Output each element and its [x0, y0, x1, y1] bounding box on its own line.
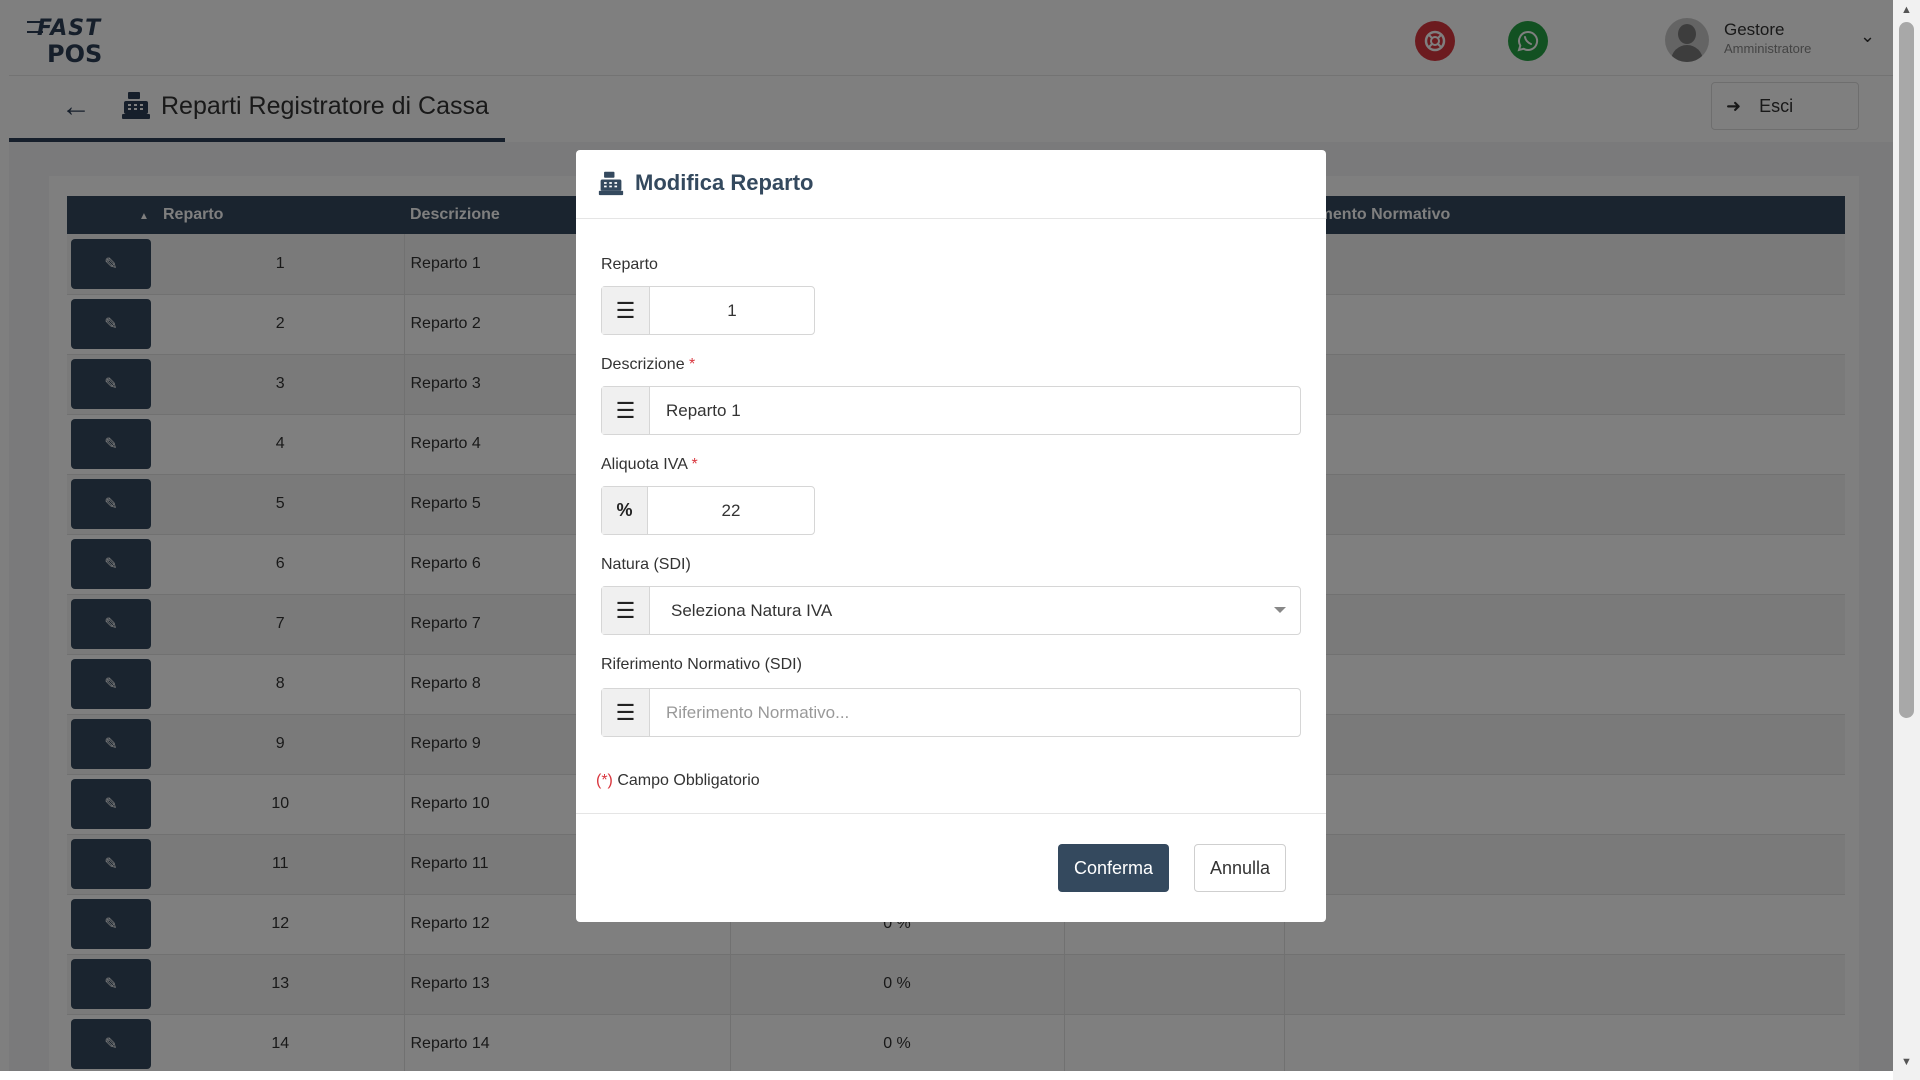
bars-icon: ☰: [602, 689, 650, 736]
vertical-scrollbar[interactable]: ▲ ▼: [1893, 0, 1920, 1080]
descrizione-input[interactable]: Reparto 1: [650, 387, 1300, 434]
scroll-up-arrow[interactable]: ▲: [1901, 4, 1912, 16]
descrizione-label: Descrizione *: [601, 356, 695, 374]
bars-icon: ☰: [602, 587, 650, 634]
riferimento-input[interactable]: Riferimento Normativo...: [650, 689, 1300, 736]
natura-label: Natura (SDI): [601, 556, 691, 573]
natura-select-value: Seleziona Natura IVA: [671, 600, 833, 620]
cash-register-icon: [598, 171, 624, 196]
modal-header: Modifica Reparto: [576, 150, 1326, 219]
scroll-down-arrow[interactable]: ▼: [1901, 1056, 1912, 1068]
confirm-button[interactable]: Conferma: [1058, 844, 1169, 892]
required-note-marker: (*): [596, 772, 613, 789]
reparto-label: Reparto: [601, 256, 658, 273]
required-marker: *: [689, 356, 696, 373]
cancel-button[interactable]: Annulla: [1194, 844, 1286, 892]
reparto-input[interactable]: 1: [650, 287, 814, 334]
scrollbar-thumb[interactable]: [1899, 22, 1914, 718]
riferimento-label: Riferimento Normativo (SDI): [601, 656, 802, 673]
bars-icon: ☰: [602, 287, 650, 334]
edit-reparto-modal: Modifica Reparto Reparto ☰ 1 Descrizione…: [576, 150, 1326, 922]
required-marker: *: [691, 456, 698, 473]
modal-title: Modifica Reparto: [635, 170, 814, 195]
required-note-text: Campo Obbligatorio: [617, 772, 760, 789]
caret-down-icon: [1274, 607, 1286, 613]
modal-footer-divider: [576, 813, 1326, 814]
natura-select-group: ☰ Seleziona Natura IVA: [601, 586, 1301, 635]
required-note: (*) Campo Obbligatorio: [596, 772, 760, 790]
aliquota-label: Aliquota IVA *: [601, 456, 698, 474]
natura-select[interactable]: Seleziona Natura IVA: [650, 587, 1300, 634]
descrizione-label-text: Descrizione: [601, 356, 685, 373]
riferimento-input-group: ☰ Riferimento Normativo...: [601, 688, 1301, 737]
aliquota-input[interactable]: 22: [648, 487, 814, 534]
aliquota-input-group: % 22: [601, 486, 815, 535]
aliquota-label-text: Aliquota IVA: [601, 456, 687, 473]
bars-icon: ☰: [602, 387, 650, 434]
descrizione-input-group: ☰ Reparto 1: [601, 386, 1301, 435]
percent-icon: %: [602, 487, 648, 534]
reparto-input-group: ☰ 1: [601, 286, 815, 335]
bottom-strip: [0, 1071, 1893, 1080]
